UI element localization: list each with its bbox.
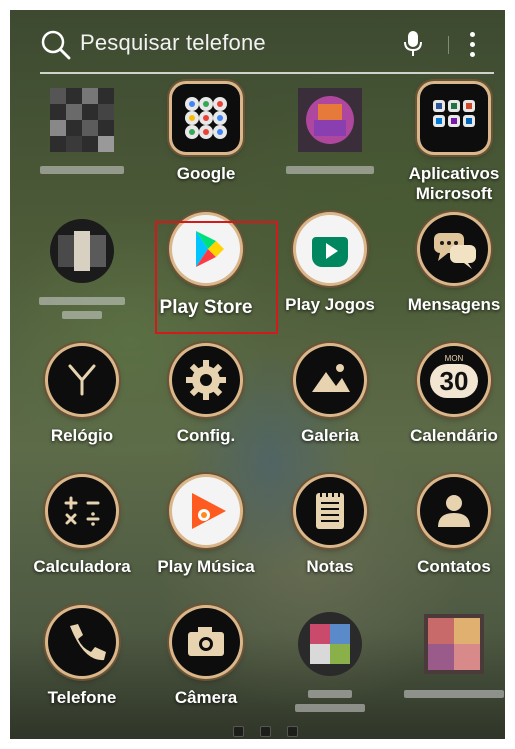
- calendar-day: 30: [430, 364, 478, 398]
- blurred-app-icon: [298, 88, 362, 152]
- app-contacts[interactable]: Contatos: [392, 477, 505, 597]
- play-music-icon: [172, 477, 240, 545]
- app-label: Calendário: [410, 426, 498, 445]
- app-microsoft-folder[interactable]: Aplicativos Microsoft: [392, 84, 505, 204]
- app-blurred-4[interactable]: [268, 608, 392, 728]
- app-calculator[interactable]: Calculadora: [20, 477, 144, 597]
- app-messages[interactable]: Mensagens: [392, 215, 505, 335]
- app-phone[interactable]: Telefone: [20, 608, 144, 728]
- app-blurred-1[interactable]: [20, 84, 144, 204]
- phone-icon: [48, 608, 116, 676]
- home-app-drawer: Pesquisar telefone Google Aplicativos Mi…: [10, 10, 505, 739]
- play-store-highlight-box: [155, 221, 278, 334]
- app-label: Relógio: [50, 426, 114, 445]
- play-games-icon: [296, 215, 364, 283]
- app-blurred-3[interactable]: [20, 215, 144, 335]
- blurred-app-icon: [50, 88, 114, 152]
- blurred-app-icon: [424, 614, 484, 674]
- app-google-folder[interactable]: Google: [144, 84, 268, 204]
- blurred-app-icon: [298, 612, 362, 676]
- page-dot[interactable]: [233, 726, 244, 737]
- more-vert-icon[interactable]: [470, 32, 476, 58]
- blurred-app-icon: [50, 219, 114, 283]
- app-label: Calculadora: [33, 557, 131, 576]
- app-camera[interactable]: Câmera: [144, 608, 268, 728]
- app-label: Telefone: [47, 688, 117, 707]
- app-label: Galeria: [301, 426, 359, 445]
- clock-icon: [48, 346, 116, 414]
- app-label: Câmera: [174, 688, 238, 707]
- app-label: Aplicativos Microsoft: [408, 164, 500, 203]
- app-label: Config.: [176, 426, 236, 445]
- camera-icon: [172, 608, 240, 676]
- search-icon[interactable]: [40, 29, 72, 61]
- blurred-app-label: [40, 166, 124, 174]
- microsoft-folder-icon: [420, 84, 488, 152]
- app-play-games[interactable]: Play Jogos: [268, 215, 392, 335]
- app-settings[interactable]: Config.: [144, 346, 268, 466]
- calculator-icon: [48, 477, 116, 545]
- page-dot[interactable]: [287, 726, 298, 737]
- notes-icon: [296, 477, 364, 545]
- app-clock[interactable]: Relógio: [20, 346, 144, 466]
- blurred-app-label: [404, 690, 504, 698]
- app-play-music[interactable]: Play Música: [144, 477, 268, 597]
- page-indicator: [233, 724, 314, 739]
- app-blurred-2[interactable]: [268, 84, 392, 204]
- search-divider: [448, 36, 449, 54]
- blurred-app-label: [295, 704, 365, 712]
- app-gallery[interactable]: Galeria: [268, 346, 392, 466]
- app-label: Play Jogos: [285, 295, 375, 314]
- app-blurred-5[interactable]: [392, 608, 505, 728]
- gallery-icon: [296, 346, 364, 414]
- calendar-month: MON: [444, 354, 464, 363]
- search-underline: [40, 72, 494, 74]
- app-label: Play Música: [157, 557, 255, 576]
- blurred-app-label: [62, 311, 102, 319]
- calendar-icon: MON 30: [420, 346, 488, 414]
- app-notes[interactable]: Notas: [268, 477, 392, 597]
- page-dot[interactable]: [260, 726, 271, 737]
- google-folder-icon: [172, 84, 240, 152]
- app-label: Google: [176, 164, 236, 183]
- search-input[interactable]: Pesquisar telefone: [80, 30, 266, 56]
- contacts-icon: [420, 477, 488, 545]
- app-label: Notas: [306, 557, 354, 576]
- messages-icon: [420, 215, 488, 283]
- settings-gear-icon: [172, 346, 240, 414]
- app-calendar[interactable]: MON 30 Calendário: [392, 346, 505, 466]
- blurred-app-label: [286, 166, 374, 174]
- blurred-app-label: [39, 297, 125, 305]
- blurred-app-label: [308, 690, 352, 698]
- app-label: Contatos: [417, 557, 491, 576]
- app-label: Mensagens: [407, 295, 501, 314]
- mic-icon[interactable]: [402, 30, 424, 58]
- search-bar[interactable]: Pesquisar telefone: [40, 24, 488, 66]
